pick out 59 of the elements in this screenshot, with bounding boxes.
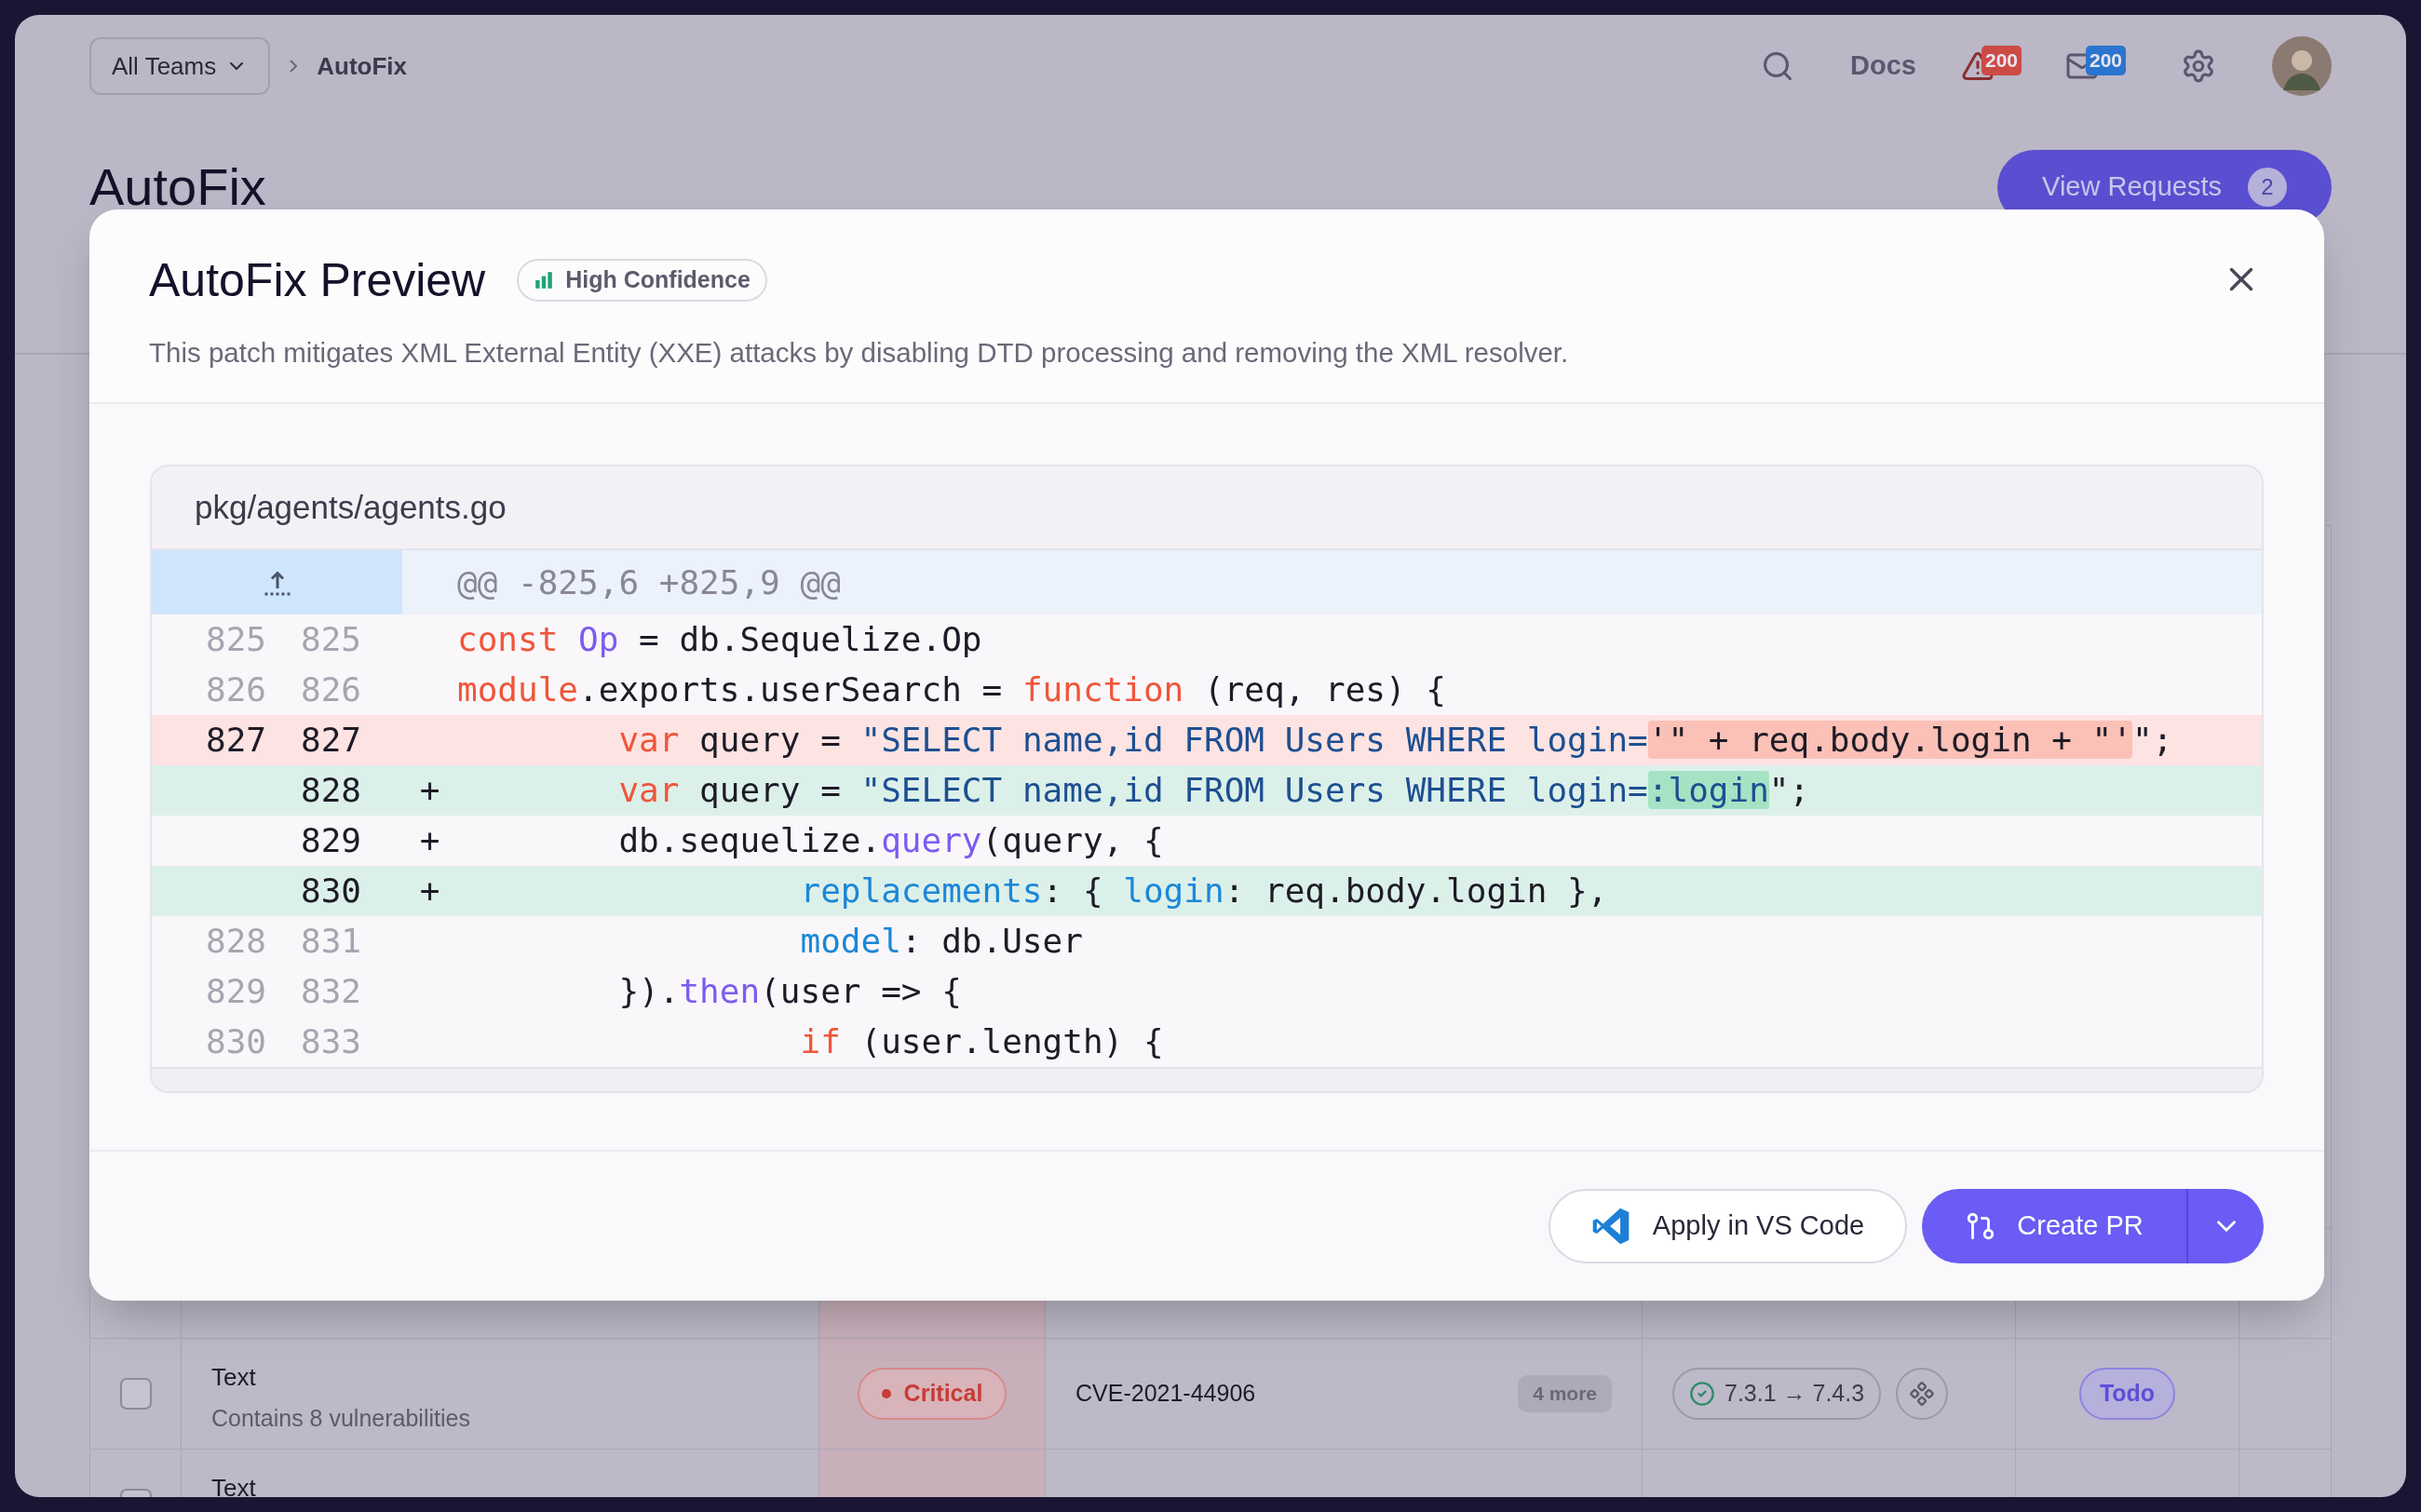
- code-line: model: db.User: [799, 921, 1083, 962]
- apply-in-editor-button[interactable]: Apply in VS Code: [1549, 1189, 1907, 1263]
- package-name: Text: [211, 1362, 257, 1393]
- line-number: 827: [205, 721, 266, 759]
- confidence-badge: High Confidence: [517, 259, 767, 302]
- line-number: 829: [300, 821, 361, 859]
- fix-action-button[interactable]: [1896, 1368, 1949, 1420]
- line-number: 827: [300, 721, 361, 759]
- code-line: replacements: { login: req.body.login },: [799, 871, 1608, 911]
- line-number: 828: [205, 922, 266, 960]
- line-number: 825: [300, 620, 361, 658]
- line-number: 832: [300, 972, 361, 1010]
- code-line: const Op = db.Sequelize.Op: [457, 619, 982, 660]
- line-number: 833: [300, 1022, 361, 1060]
- line-number: 826: [300, 670, 361, 709]
- modal-description: This patch mitigates XML External Entity (XXE) attacks by disabling DTD processing and removing the XML resolver.: [149, 336, 1570, 370]
- line-number: 831: [300, 922, 361, 960]
- modal-title: AutoFix Preview: [149, 252, 486, 308]
- line-number: 830: [205, 1022, 266, 1060]
- line-number: 829: [205, 972, 266, 1010]
- code-line: }).then(user => {: [617, 971, 962, 1012]
- alerts-count: 200: [1981, 46, 2022, 75]
- hunk-header: @@ -825,6 +825,9 @@: [457, 561, 841, 603]
- diff-sign: +: [419, 770, 440, 811]
- page-title: AutoFix: [89, 156, 266, 218]
- version-chip: 7.3.1 → 7.4.3: [1672, 1368, 1882, 1420]
- check-circle-icon: [1689, 1381, 1715, 1407]
- checkbox[interactable]: [119, 1378, 152, 1410]
- create-pr-button[interactable]: Create PR: [1922, 1189, 2188, 1263]
- status-badge: Todo: [2078, 1368, 2176, 1420]
- file-path: pkg/agents/agents.go: [195, 487, 507, 527]
- chevron-right-icon: [289, 59, 299, 74]
- bar-chart-icon: [534, 270, 555, 290]
- code-line: var query = "SELECT name,id FROM Users WHERE login=:login";: [617, 770, 1810, 811]
- team-selector[interactable]: All Teams: [89, 37, 271, 95]
- code-line: module.exports.userSearch = function (req, res) {: [457, 669, 1447, 710]
- diamonds-icon: [1909, 1381, 1936, 1407]
- line-number: 826: [205, 670, 266, 709]
- severity-badge: Critical: [857, 1368, 1008, 1420]
- code-line: var query = "SELECT name,id FROM Users WHERE login='" + req.body.login + "'";: [617, 720, 2173, 761]
- dropdown-button[interactable]: [2188, 1189, 2264, 1263]
- more-chip[interactable]: 4 more: [1518, 1375, 1612, 1412]
- breadcrumb-link[interactable]: AutoFix: [317, 47, 407, 85]
- package-detail: Contains 8 vulnerabilities: [211, 1404, 471, 1433]
- diff-sign: +: [419, 871, 440, 911]
- line-number: 830: [300, 871, 361, 910]
- settings-icon[interactable]: [2181, 48, 2216, 84]
- docs-link[interactable]: Docs: [1850, 46, 1916, 87]
- avatar[interactable]: [2272, 36, 2332, 96]
- package-name: Text: [211, 1473, 257, 1497]
- messages-count: 200: [2086, 46, 2127, 75]
- diff-sign: +: [419, 820, 440, 861]
- cve-id: CVE-2021-44906: [1075, 1379, 1256, 1409]
- editor-logo-icon: [1590, 1207, 1630, 1246]
- code-line: db.sequelize.query(query, {: [617, 820, 1164, 861]
- line-number: 828: [300, 771, 361, 809]
- request-count: 2: [2248, 168, 2287, 207]
- line-number: 825: [205, 620, 266, 658]
- code-line: if (user.length) {: [799, 1021, 1164, 1062]
